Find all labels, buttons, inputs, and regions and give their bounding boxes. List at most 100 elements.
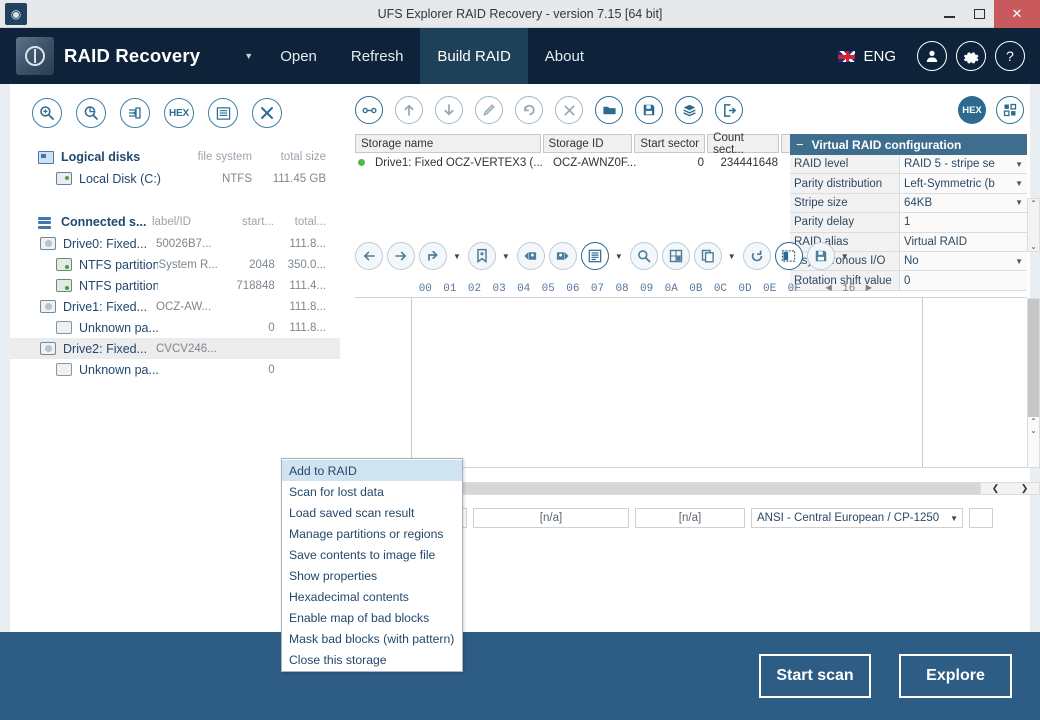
unknown-partition-icon (56, 321, 72, 334)
context-menu-item-manage-partitions[interactable]: Manage partitions or regions (282, 523, 462, 544)
tree-item-ntfs-partition-1[interactable]: NTFS partition System R... 2048 350.0... (10, 254, 340, 275)
tree-item-unknown-partition-2[interactable]: Unknown pa... 0 (10, 359, 340, 380)
remove-icon[interactable] (555, 96, 583, 124)
extra-field[interactable] (969, 508, 993, 528)
edit-icon[interactable] (475, 96, 503, 124)
search-storage-icon[interactable] (32, 98, 62, 128)
scroll-down-icon[interactable]: ⌄ (1030, 242, 1037, 251)
previous-page-icon[interactable]: ◄ (826, 283, 833, 295)
raid-level-select[interactable]: RAID 5 - stripe se ▼ (900, 155, 1027, 175)
next-page-icon[interactable]: ► (865, 283, 872, 295)
copy-icon[interactable] (693, 242, 722, 270)
select-block-icon[interactable] (661, 242, 690, 270)
hex-view-icon[interactable]: HEX (958, 96, 986, 124)
hex-icon[interactable]: HEX (164, 98, 194, 128)
cell-count-sectors: 234441648 (720, 156, 778, 169)
chevron-down-icon[interactable]: ▼ (244, 51, 253, 61)
scroll-down-icon[interactable]: ⌄ (1028, 426, 1039, 435)
save-image-icon[interactable] (120, 98, 150, 128)
parity-distribution-select[interactable]: Left-Symmetric (b ▼ (900, 174, 1027, 194)
encoding-select[interactable]: ANSI - Central European / CP-1250 ▼ (751, 508, 963, 528)
stripe-size-select[interactable]: 64KB ▼ (900, 193, 1027, 214)
column-storage-id[interactable]: Storage ID (542, 134, 633, 153)
link-storage-icon[interactable] (355, 96, 383, 124)
raid-map-icon[interactable] (996, 96, 1024, 124)
context-menu-item-enable-map-of-bad-blocks[interactable]: Enable map of bad blocks (282, 607, 462, 628)
open-folder-icon[interactable] (595, 96, 623, 124)
nav-item-build-raid[interactable]: Build RAID (420, 28, 528, 84)
column-storage-name[interactable]: Storage name (355, 134, 541, 153)
nav-item-open[interactable]: Open (263, 28, 334, 84)
navigate-back-icon[interactable] (355, 242, 383, 270)
page-next-icon[interactable]: ❯ (1021, 483, 1029, 494)
tree-item-start: 0 (268, 321, 275, 334)
context-menu-item-save-contents-to-image[interactable]: Save contents to image file (282, 544, 462, 565)
column-start-sector[interactable]: Start sector (634, 134, 706, 153)
tree-item-unknown-partition-1[interactable]: Unknown pa... 0 111.8... (10, 317, 340, 338)
undo-icon[interactable] (515, 96, 543, 124)
scrollbar-thumb[interactable] (1028, 299, 1039, 417)
hex-vertical-scrollbar[interactable]: ⌃ ⌄ (1027, 298, 1040, 468)
tree-item-drive1[interactable]: Drive1: Fixed... OCZ-AW... 111.8... (10, 296, 340, 317)
explore-button[interactable]: Explore (899, 654, 1012, 698)
table-row[interactable]: Drive1: Fixed OCZ-VERTEX3 (... OCZ-AWNZ0… (355, 153, 795, 172)
save-block-icon[interactable] (806, 242, 835, 270)
chevron-down-icon[interactable]: ▼ (1015, 198, 1027, 207)
hex-ascii-column[interactable] (923, 298, 1027, 467)
context-menu-item-close-this-storage[interactable]: Close this storage (282, 649, 462, 670)
config-scrollbar[interactable]: ⌃ ⌄ (1027, 198, 1040, 252)
tree-item-drive0[interactable]: Drive0: Fixed... 50026B7... 111.8... (10, 233, 340, 254)
chevron-down-icon[interactable]: ▼ (728, 252, 736, 261)
nav-item-refresh[interactable]: Refresh (334, 28, 421, 84)
language-label[interactable]: ENG (863, 48, 896, 65)
layers-icon[interactable] (675, 96, 703, 124)
collapse-icon[interactable]: − (796, 137, 804, 152)
chevron-down-icon[interactable]: ▼ (946, 514, 962, 523)
start-scan-button[interactable]: Start scan (759, 654, 871, 698)
hex-body[interactable] (355, 298, 1027, 468)
chevron-down-icon[interactable]: ▼ (841, 252, 849, 261)
page-prev-icon[interactable]: ❮ (992, 483, 1000, 494)
previous-bookmark-icon[interactable] (516, 242, 545, 270)
user-icon[interactable] (917, 41, 947, 71)
next-bookmark-icon[interactable] (548, 242, 577, 270)
close-storage-icon[interactable] (252, 98, 282, 128)
nav-item-about[interactable]: About (528, 28, 601, 84)
goto-offset-icon[interactable] (419, 242, 447, 270)
value-field[interactable]: [n/a] (635, 508, 745, 528)
selection-field[interactable]: [n/a] (473, 508, 629, 528)
context-menu-item-mask-bad-blocks[interactable]: Mask bad blocks (with pattern) (282, 628, 462, 649)
save-icon[interactable] (635, 96, 663, 124)
gear-icon[interactable] (956, 41, 986, 71)
chevron-down-icon[interactable]: ▼ (1015, 179, 1027, 188)
chevron-down-icon[interactable]: ▼ (502, 252, 510, 261)
parity-delay-field[interactable]: 1 (900, 213, 1027, 233)
scroll-up-icon[interactable]: ⌃ (1030, 199, 1037, 208)
template-list-icon[interactable] (580, 242, 609, 270)
bookmark-icon[interactable] (467, 242, 496, 270)
properties-icon[interactable] (208, 98, 238, 128)
column-count-sectors[interactable]: Count sect... (707, 132, 780, 156)
question-icon[interactable]: ? (995, 41, 1025, 71)
context-menu-item-show-properties[interactable]: Show properties (282, 565, 462, 586)
tree-item-drive2[interactable]: Drive2: Fixed... CVCV246... (10, 338, 340, 359)
context-menu-item-load-saved-scan-result[interactable]: Load saved scan result (282, 502, 462, 523)
export-icon[interactable] (715, 96, 743, 124)
hex-bytes-column[interactable] (412, 298, 923, 467)
chevron-down-icon[interactable]: ▼ (453, 252, 461, 261)
context-menu-item-add-to-raid[interactable]: Add to RAID (282, 460, 462, 481)
context-menu-item-scan-for-lost-data[interactable]: Scan for lost data (282, 481, 462, 502)
context-menu-item-hexadecimal-contents[interactable]: Hexadecimal contents (282, 586, 462, 607)
refresh-icon[interactable] (742, 242, 771, 270)
pane-toggle-icon[interactable] (774, 242, 803, 270)
find-icon[interactable] (629, 242, 658, 270)
chevron-down-icon[interactable]: ▼ (615, 252, 623, 261)
move-down-icon[interactable] (435, 96, 463, 124)
navigate-forward-icon[interactable] (387, 242, 415, 270)
chevron-down-icon[interactable]: ▼ (1015, 160, 1027, 169)
scroll-up-icon[interactable]: ⌃ (1028, 417, 1039, 426)
scan-disk-icon[interactable] (76, 98, 106, 128)
move-up-icon[interactable] (395, 96, 423, 124)
tree-item-local-disk-c[interactable]: Local Disk (C:) NTFS 111.45 GB (10, 168, 340, 189)
tree-item-ntfs-partition-2[interactable]: NTFS partition 718848 111.4... (10, 275, 340, 296)
